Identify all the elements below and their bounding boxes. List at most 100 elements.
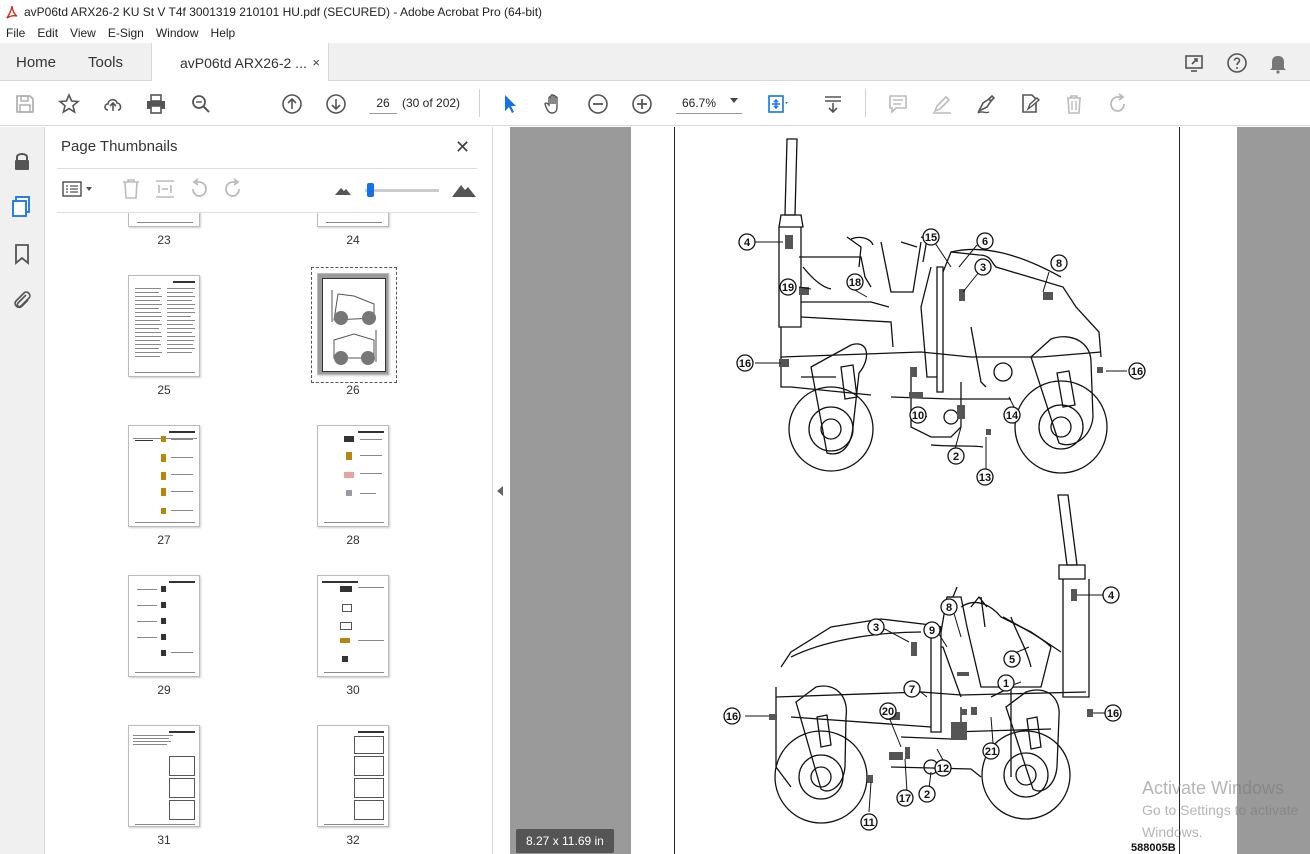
callout-number: 11 xyxy=(863,817,875,829)
bookmark-icon[interactable] xyxy=(10,242,34,266)
share-screen-icon[interactable] xyxy=(1183,51,1207,75)
callout-number: 16 xyxy=(1131,366,1143,378)
toolbar-divider xyxy=(479,89,480,117)
callout-number: 13 xyxy=(979,472,991,484)
edit-document-icon[interactable] xyxy=(1017,91,1043,117)
page-thumbnail[interactable] xyxy=(317,425,389,527)
callout-number: 3 xyxy=(980,262,986,274)
thumbnail-label: 25 xyxy=(157,383,171,397)
callout-number: 19 xyxy=(782,282,794,294)
collapse-panel-handle[interactable] xyxy=(493,127,510,854)
small-thumbnails-icon[interactable] xyxy=(331,177,355,201)
notifications-bell-icon[interactable] xyxy=(1266,51,1290,75)
sign-pen-icon[interactable] xyxy=(973,91,999,117)
thumbnail-label: 23 xyxy=(157,233,171,247)
rotate-icon[interactable] xyxy=(1105,91,1131,117)
thumbnail-toolbar xyxy=(45,175,493,205)
slider-knob[interactable] xyxy=(367,183,374,197)
thumbnail-size-slider[interactable] xyxy=(365,183,439,197)
callout-number: 4 xyxy=(1108,590,1115,602)
collapse-arrow-icon xyxy=(497,486,503,496)
callout-number: 7 xyxy=(909,684,915,696)
page-thumbnail-current[interactable] xyxy=(317,273,389,375)
menu-file[interactable]: File xyxy=(0,26,31,40)
highlight-pen-icon[interactable] xyxy=(929,91,955,117)
hand-tool-icon[interactable] xyxy=(541,91,567,117)
callout-number: 6 xyxy=(982,236,988,248)
delete-page-icon[interactable] xyxy=(119,177,143,201)
tab-home[interactable]: Home xyxy=(16,43,56,81)
lock-icon[interactable] xyxy=(10,149,34,173)
bookmark-star-icon[interactable] xyxy=(56,91,82,117)
comment-icon[interactable] xyxy=(885,91,911,117)
page-thumbnail[interactable] xyxy=(317,213,389,227)
help-icon[interactable] xyxy=(1225,51,1249,75)
upload-cloud-icon[interactable] xyxy=(100,91,126,117)
select-cursor-icon[interactable] xyxy=(497,91,523,117)
delete-trash-icon[interactable] xyxy=(1061,91,1087,117)
page-thumbnail[interactable] xyxy=(317,575,389,677)
page-thumbnails-icon[interactable] xyxy=(10,195,34,219)
roller-diagram-preview xyxy=(331,290,377,365)
window-title: avP06td ARX26-2 KU St V T4f 3001319 2101… xyxy=(24,4,543,19)
next-page-icon[interactable] xyxy=(323,91,349,117)
thumbnail-label: 30 xyxy=(346,683,360,697)
rotate-right-icon[interactable] xyxy=(221,177,245,201)
tab-tools[interactable]: Tools xyxy=(88,43,123,81)
extract-page-icon[interactable] xyxy=(153,177,177,201)
zoom-in-icon[interactable] xyxy=(629,91,655,117)
thumbnail-label: 28 xyxy=(346,533,360,547)
menu-window[interactable]: Window xyxy=(150,26,205,40)
fit-page-icon[interactable] xyxy=(764,91,790,117)
zoom-search-icon[interactable] xyxy=(188,91,214,117)
main-toolbar: 26 (30 of 202) 66.7% xyxy=(0,81,1310,126)
close-tab-icon[interactable]: × xyxy=(312,55,320,70)
page-thumbnail[interactable] xyxy=(128,275,200,377)
callout-number: 18 xyxy=(849,277,861,289)
callout-number: 3 xyxy=(873,622,879,634)
thumbnail-label: 29 xyxy=(157,683,171,697)
callout-number: 10 xyxy=(912,410,924,422)
tab-bar: Home Tools avP06td ARX26-2 ... × xyxy=(0,43,1310,82)
zoom-level-dropdown[interactable]: 66.7% xyxy=(676,92,742,114)
callout-number: 14 xyxy=(1006,410,1019,422)
divider xyxy=(57,168,477,169)
callout-number: 9 xyxy=(929,625,935,637)
callout-number: 16 xyxy=(726,711,738,723)
page-thumbnail[interactable] xyxy=(128,725,200,827)
toolbar-divider xyxy=(865,89,866,117)
thumbnail-label: 24 xyxy=(346,233,360,247)
menu-view[interactable]: View xyxy=(64,26,102,40)
previous-page-icon[interactable] xyxy=(279,91,305,117)
page-number-input[interactable]: 26 xyxy=(369,92,397,114)
watermark-line2: Go to Settings to activate Windows. xyxy=(1142,802,1299,840)
page-count: (30 of 202) xyxy=(402,96,461,110)
callout-number: 2 xyxy=(953,451,959,463)
large-thumbnails-icon[interactable] xyxy=(451,177,477,201)
pdf-page: 4 15 6 3 8 19 18 16 16 10 14 2 13 4 3 9 … xyxy=(631,127,1237,854)
thumbnail-list: 23 24 25 26 27 28 29 30 31 32 xyxy=(45,213,475,854)
callout-number: 21 xyxy=(985,746,997,758)
close-panel-icon[interactable]: ✕ xyxy=(455,137,470,158)
callout-number: 16 xyxy=(739,358,751,370)
viewer-background xyxy=(1237,127,1310,854)
page-thumbnail[interactable] xyxy=(317,725,389,827)
scroll-mode-icon[interactable] xyxy=(820,91,846,117)
options-menu-icon[interactable] xyxy=(61,177,95,201)
tab-document-label: avP06td ARX26-2 ... xyxy=(180,54,307,71)
rotate-left-icon[interactable] xyxy=(187,177,211,201)
zoom-level-value: 66.7% xyxy=(682,95,717,110)
print-icon[interactable] xyxy=(143,91,169,117)
attachment-paperclip-icon[interactable] xyxy=(10,288,34,312)
page-thumbnail[interactable] xyxy=(128,425,200,527)
page-thumbnail[interactable] xyxy=(128,575,200,677)
callout-number: 8 xyxy=(1056,258,1062,270)
page-thumbnail[interactable] xyxy=(128,213,200,227)
zoom-out-icon[interactable] xyxy=(585,91,611,117)
tab-document[interactable]: avP06td ARX26-2 ... × xyxy=(151,43,329,82)
menu-esign[interactable]: E-Sign xyxy=(102,26,150,40)
save-icon[interactable] xyxy=(12,91,38,117)
menu-edit[interactable]: Edit xyxy=(31,26,64,40)
menu-help[interactable]: Help xyxy=(205,26,242,40)
thumbnail-label: 27 xyxy=(157,533,171,547)
